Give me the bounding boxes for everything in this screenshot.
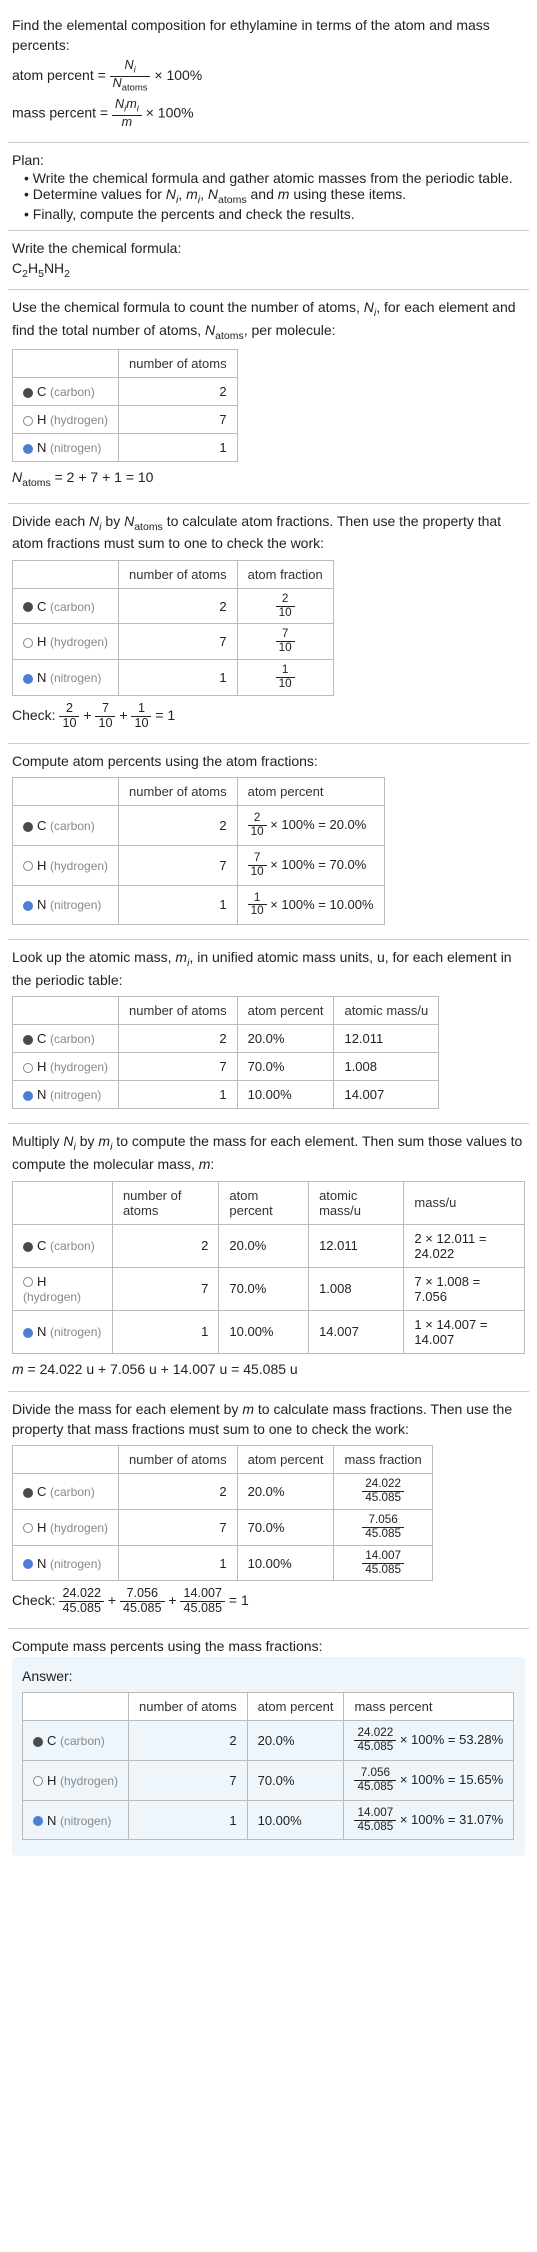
table-row: C (carbon)220.0%24.02245.085: [13, 1474, 433, 1510]
mass-calc-table: number of atomsatom percentatomic mass/u…: [12, 1181, 525, 1354]
plan-item: Finally, compute the percents and check …: [24, 206, 525, 222]
plan-list: Write the chemical formula and gather at…: [12, 170, 525, 222]
nitrogen-dot-icon: [23, 674, 33, 684]
table-row: H (hydrogen)770.0%1.0087 × 1.008 = 7.056: [13, 1267, 525, 1310]
atomic-mass-text: Look up the atomic mass, mi, in unified …: [12, 948, 525, 990]
nitrogen-dot-icon: [23, 1328, 33, 1338]
table-row: H (hydrogen)7710 × 100% = 70.0%: [13, 845, 385, 885]
table-row: C (carbon)2: [13, 378, 238, 406]
atom-fraction-check: Check: 210 + 710 + 110 = 1: [12, 702, 525, 731]
write-formula-text: Write the chemical formula:: [12, 239, 525, 259]
plan-section: Plan: Write the chemical formula and gat…: [8, 143, 529, 231]
atom-fraction-table: number of atomsatom fraction C (carbon)2…: [12, 560, 334, 696]
table-row: H (hydrogen)770.0%7.05645.085 × 100% = 1…: [23, 1761, 514, 1801]
mass-fraction-text: Divide the mass for each element by m to…: [12, 1400, 525, 1439]
table-row: C (carbon)220.0%12.011: [13, 1025, 439, 1053]
atom-percent-formula: atom percent = NiNatoms × 100%: [12, 59, 525, 94]
plan-item: Write the chemical formula and gather at…: [24, 170, 525, 186]
carbon-dot-icon: [33, 1737, 43, 1747]
hydrogen-dot-icon: [23, 1063, 33, 1073]
hydrogen-dot-icon: [23, 861, 33, 871]
plan-heading: Plan:: [12, 151, 525, 171]
carbon-dot-icon: [23, 1242, 33, 1252]
mass-percent-formula: mass percent = Nimim × 100%: [12, 98, 525, 130]
mass-fraction-table: number of atomsatom percentmass fraction…: [12, 1445, 433, 1581]
table-row: C (carbon)220.0%12.0112 × 12.011 = 24.02…: [13, 1224, 525, 1267]
atom-percent-table: number of atomsatom percent C (carbon)22…: [12, 777, 385, 925]
carbon-dot-icon: [23, 1488, 33, 1498]
nitrogen-dot-icon: [23, 444, 33, 454]
atom-percent-text: Compute atom percents using the atom fra…: [12, 752, 525, 772]
table-row: N (nitrogen)110.00%14.007: [13, 1081, 439, 1109]
chemical-formula: C2H5NH2: [12, 259, 525, 281]
count-atoms-text: Use the chemical formula to count the nu…: [12, 298, 525, 343]
mass-fraction-section: Divide the mass for each element by m to…: [8, 1392, 529, 1629]
table-row: H (hydrogen)770.0%7.05645.085: [13, 1510, 433, 1546]
table-row: N (nitrogen)110.00%14.0071 × 14.007 = 14…: [13, 1310, 525, 1353]
hydrogen-dot-icon: [23, 638, 33, 648]
count-atoms-section: Use the chemical formula to count the nu…: [8, 290, 529, 503]
table-row: C (carbon)2210: [13, 588, 334, 624]
atoms-table: number of atoms C (carbon)2 H (hydrogen)…: [12, 349, 238, 462]
hydrogen-dot-icon: [23, 1277, 33, 1287]
mass-percent-text: Compute mass percents using the mass fra…: [12, 1637, 525, 1657]
table-row: H (hydrogen)7710: [13, 624, 334, 660]
hydrogen-dot-icon: [23, 1523, 33, 1533]
atomic-mass-section: Look up the atomic mass, mi, in unified …: [8, 940, 529, 1124]
nitrogen-dot-icon: [23, 1091, 33, 1101]
table-row: N (nitrogen)1110: [13, 660, 334, 696]
table-row: H (hydrogen)770.0%1.008: [13, 1053, 439, 1081]
nitrogen-dot-icon: [23, 1559, 33, 1569]
answer-box: Answer: number of atomsatom percentmass …: [12, 1657, 525, 1857]
write-formula-section: Write the chemical formula: C2H5NH2: [8, 231, 529, 290]
mass-calc-text: Multiply Ni by mi to compute the mass fo…: [12, 1132, 525, 1174]
intro-section: Find the elemental composition for ethyl…: [8, 8, 529, 143]
answer-label: Answer:: [22, 1667, 515, 1687]
table-row: H (hydrogen)7: [13, 406, 238, 434]
table-row: C (carbon)2210 × 100% = 20.0%: [13, 806, 385, 846]
atom-fraction-section: Divide each Ni by Natoms to calculate at…: [8, 504, 529, 744]
carbon-dot-icon: [23, 822, 33, 832]
molecular-mass-equation: m = 24.022 u + 7.056 u + 14.007 u = 45.0…: [12, 1360, 525, 1380]
atom-fraction-text: Divide each Ni by Natoms to calculate at…: [12, 512, 525, 554]
table-row: N (nitrogen)110.00%14.00745.085: [13, 1545, 433, 1581]
mass-calc-section: Multiply Ni by mi to compute the mass fo…: [8, 1124, 529, 1392]
table-row: N (nitrogen)1110 × 100% = 10.00%: [13, 885, 385, 925]
atom-percent-section: Compute atom percents using the atom fra…: [8, 744, 529, 941]
nitrogen-dot-icon: [23, 901, 33, 911]
carbon-dot-icon: [23, 1035, 33, 1045]
hydrogen-dot-icon: [33, 1776, 43, 1786]
answer-section: Compute mass percents using the mass fra…: [8, 1629, 529, 1864]
natoms-equation: Natoms = 2 + 7 + 1 = 10: [12, 468, 525, 490]
nitrogen-dot-icon: [33, 1816, 43, 1826]
carbon-dot-icon: [23, 602, 33, 612]
mass-fraction-check: Check: 24.02245.085 + 7.05645.085 + 14.0…: [12, 1587, 525, 1616]
plan-item: Determine values for Ni, mi, Natoms and …: [24, 186, 525, 206]
carbon-dot-icon: [23, 388, 33, 398]
hydrogen-dot-icon: [23, 416, 33, 426]
table-row: N (nitrogen)110.00%14.00745.085 × 100% =…: [23, 1800, 514, 1840]
intro-text: Find the elemental composition for ethyl…: [12, 16, 525, 55]
answer-table: number of atomsatom percentmass percent …: [22, 1692, 514, 1840]
atomic-mass-table: number of atomsatom percentatomic mass/u…: [12, 996, 439, 1109]
table-row: N (nitrogen)1: [13, 434, 238, 462]
table-row: C (carbon)220.0%24.02245.085 × 100% = 53…: [23, 1721, 514, 1761]
